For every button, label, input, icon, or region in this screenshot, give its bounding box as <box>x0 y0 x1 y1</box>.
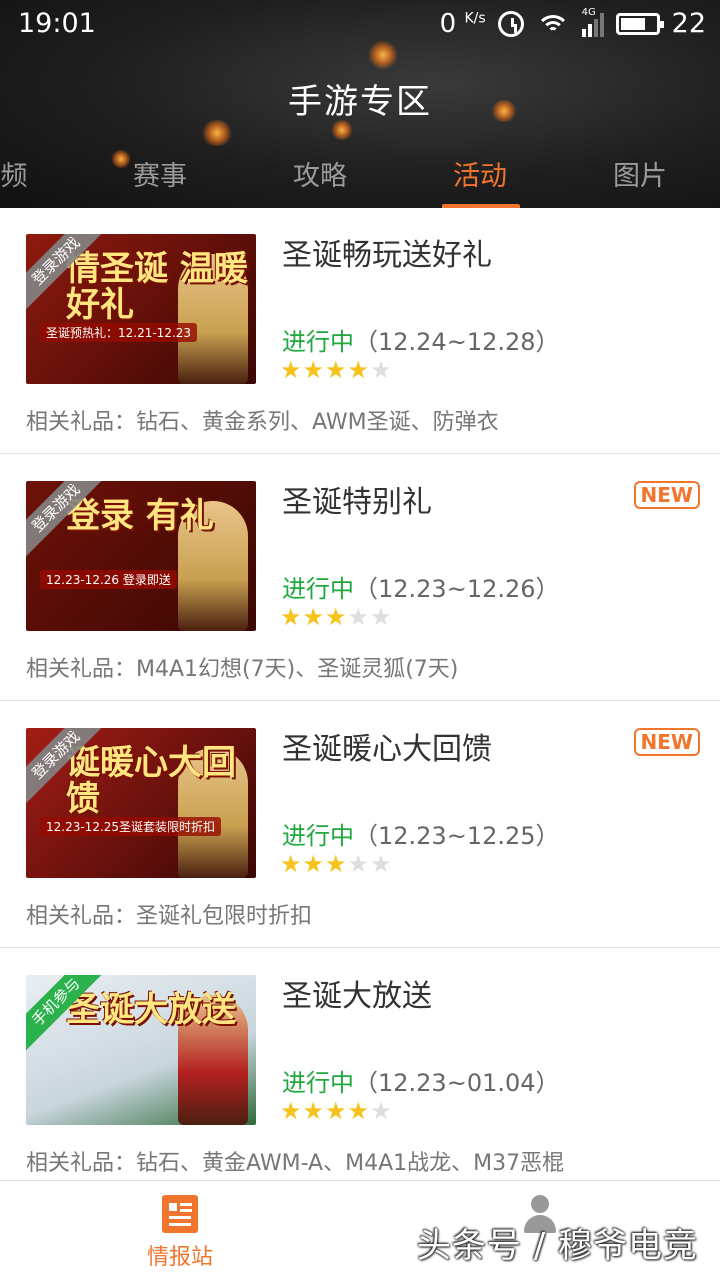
star-icon: ★ <box>347 1097 371 1125</box>
event-title: 圣诞特别礼 <box>282 485 432 520</box>
star-icon: ★ <box>280 1097 303 1125</box>
tab-matches[interactable]: 赛事 <box>100 154 220 193</box>
event-item[interactable]: 情圣诞 温暖好礼 圣诞预热礼：12.21-12.23 登录游戏 圣诞畅玩送好礼进行中（… <box>0 208 720 454</box>
status-icons: 0 K/s 4G 22 <box>440 7 706 40</box>
thumbnail-headline: 情圣诞 温暖好礼 <box>66 249 248 325</box>
event-item[interactable]: 诞暖心大回馈 12.23-12.25圣诞套装限时折扣 登录游戏 圣诞暖心大回馈 NEW 进… <box>0 702 720 948</box>
star-icon: ★ <box>347 603 371 631</box>
thumbnail-headline: 诞暖心大回馈 <box>66 743 236 819</box>
spark-decor <box>330 120 354 140</box>
event-thumbnail: 圣诞大放送 手机参与 <box>26 975 256 1125</box>
event-status: 进行中（12.23~01.04） <box>282 1063 560 1098</box>
thumbnail-caption: 圣诞预热礼：12.21-12.23 <box>40 323 198 342</box>
event-status: 进行中（12.24~12.28） <box>282 322 560 357</box>
status-text: 进行中 <box>282 1069 354 1097</box>
star-rating: ★★★★★ <box>280 1097 393 1125</box>
star-icon: ★ <box>347 850 371 878</box>
star-icon: ★ <box>347 356 371 384</box>
tab-guides[interactable]: 攻略 <box>260 154 380 193</box>
thumbnail-headline: 圣诞大放送 <box>66 990 236 1030</box>
star-icon: ★ <box>370 356 393 384</box>
event-status: 进行中（12.23~12.26） <box>282 569 560 604</box>
event-title: 圣诞大放送 <box>282 979 432 1014</box>
spark-decor <box>200 120 234 146</box>
star-icon: ★ <box>302 1097 326 1125</box>
star-rating: ★★★★★ <box>280 603 393 631</box>
wifi-icon <box>535 11 570 37</box>
star-icon: ★ <box>302 603 326 631</box>
star-icon: ★ <box>325 603 348 631</box>
new-badge: NEW <box>633 728 700 756</box>
status-text: 进行中 <box>282 822 354 850</box>
star-icon: ★ <box>370 603 393 631</box>
star-icon: ★ <box>325 850 348 878</box>
tab-bar: 频 赛事 攻略 活动 图片 <box>0 150 720 208</box>
alarm-icon <box>497 10 524 37</box>
star-icon: ★ <box>325 356 348 384</box>
star-icon: ★ <box>325 1097 348 1125</box>
event-title: 圣诞暖心大回馈 <box>282 732 492 767</box>
star-icon: ★ <box>280 356 303 384</box>
event-dates: （12.23~01.04） <box>354 1069 560 1097</box>
net-speed: 0 K/s <box>440 9 486 39</box>
event-dates: （12.24~12.28） <box>354 328 560 356</box>
related-gifts: 相关礼品：圣诞礼包限时折扣 <box>26 904 313 929</box>
news-icon <box>162 1195 198 1233</box>
thumbnail-headline: 登录 有礼 <box>66 496 214 536</box>
event-thumbnail: 情圣诞 温暖好礼 圣诞预热礼：12.21-12.23 登录游戏 <box>26 234 256 384</box>
battery-icon <box>615 12 664 35</box>
star-icon: ★ <box>280 603 303 631</box>
event-thumbnail: 诞暖心大回馈 12.23-12.25圣诞套装限时折扣 登录游戏 <box>26 728 256 878</box>
status-bar: 19:01 0 K/s 4G 22 <box>0 0 720 52</box>
tab-video[interactable]: 频 <box>0 154 74 193</box>
tab-events[interactable]: 活动 <box>420 154 540 193</box>
watermark: 头条号 / 穆爷电竞 <box>416 1226 698 1266</box>
signal-icon: 4G <box>581 7 604 37</box>
tab-pictures[interactable]: 图片 <box>580 154 700 193</box>
status-text: 进行中 <box>282 575 354 603</box>
star-icon: ★ <box>302 850 326 878</box>
event-dates: （12.23~12.25） <box>354 822 560 850</box>
net-speed-unit: K/s <box>464 9 486 26</box>
status-text: 进行中 <box>282 328 354 356</box>
related-gifts: 相关礼品：M4A1幻想(7天)、圣诞灵狐(7天) <box>26 657 459 682</box>
header: 19:01 0 K/s 4G 22 手游专区 频 赛事 攻略 活动 图片 <box>0 0 720 208</box>
related-gifts: 相关礼品：钻石、黄金系列、AWM圣诞、防弹衣 <box>26 410 499 435</box>
event-dates: （12.23~12.26） <box>354 575 560 603</box>
event-title: 圣诞畅玩送好礼 <box>282 238 492 273</box>
related-gifts: 相关礼品：钻石、黄金AWM-A、M4A1战龙、M37恶棍 <box>26 1151 565 1176</box>
nav-intel-station[interactable]: 情报站 <box>100 1195 260 1271</box>
thumbnail-caption: 12.23-12.25圣诞套装限时折扣 <box>40 817 222 836</box>
star-rating: ★★★★★ <box>280 850 393 878</box>
star-icon: ★ <box>370 850 393 878</box>
thumbnail-caption: 12.23-12.26 登录即送 <box>40 570 177 589</box>
star-icon: ★ <box>302 356 326 384</box>
net-speed-value: 0 <box>439 8 457 39</box>
page-title: 手游专区 <box>288 82 432 122</box>
network-type: 4G <box>581 6 596 18</box>
star-icon: ★ <box>370 1097 393 1125</box>
new-badge: NEW <box>633 481 700 509</box>
star-icon: ★ <box>280 850 303 878</box>
event-item[interactable]: 圣诞大放送 手机参与 圣诞大放送 进行中（12.23~01.04） ★★★★★ 相关礼品：… <box>0 949 720 1195</box>
nav-intel-station-label: 情报站 <box>146 1245 213 1270</box>
battery-level: 22 <box>671 8 706 39</box>
star-rating: ★★★★★ <box>280 356 393 384</box>
event-item[interactable]: 登录 有礼 12.23-12.26 登录即送 登录游戏 圣诞特别礼 NEW 进行中（12.… <box>0 455 720 701</box>
status-time: 19:01 <box>18 8 96 39</box>
event-thumbnail: 登录 有礼 12.23-12.26 登录即送 登录游戏 <box>26 481 256 631</box>
event-status: 进行中（12.23~12.25） <box>282 816 560 851</box>
